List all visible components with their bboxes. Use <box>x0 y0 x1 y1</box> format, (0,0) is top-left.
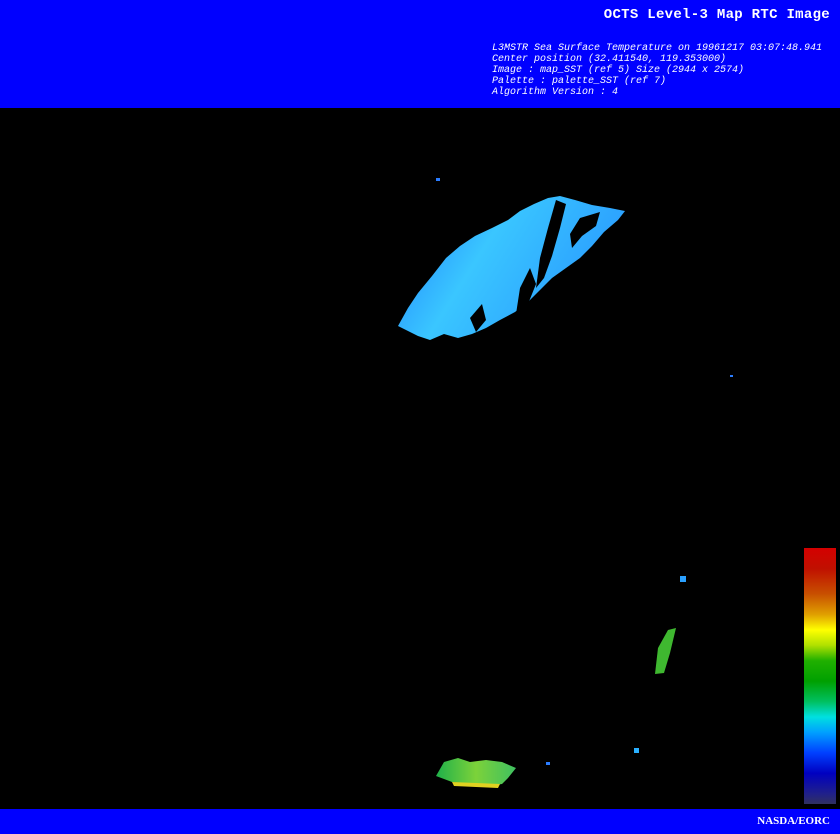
metadata-center-line: Center position (32.411540, 119.353000) <box>492 54 727 65</box>
footer-banner: NASDA/EORC <box>0 809 840 834</box>
credit-label: NASDA/EORC <box>757 815 830 827</box>
sst-patch-south <box>436 758 516 786</box>
metadata-palette-line: Palette : palette_SST (ref 7) <box>492 76 667 87</box>
temperature-color-scale <box>804 548 836 804</box>
metadata-image-line: Image : map_SST (ref 5) Size (2944 x 257… <box>492 65 745 76</box>
sst-patch-east <box>655 628 676 674</box>
sst-map-image <box>0 108 840 809</box>
speckle <box>436 178 440 181</box>
metadata-product-line: L3MSTR Sea Surface Temperature on 199612… <box>492 43 823 54</box>
sst-map-svg <box>398 178 733 788</box>
speckle <box>730 375 733 377</box>
speckle <box>634 748 639 753</box>
speckle <box>680 576 686 582</box>
speckle <box>546 762 550 765</box>
image-title: OCTS Level-3 Map RTC Image <box>603 7 830 23</box>
metadata-algorithm-line: Algorithm Version : 4 <box>492 87 619 98</box>
image-metadata: L3MSTR Sea Surface Temperature on 199612… <box>492 43 822 98</box>
header-banner: OCTS Level-3 Map RTC Image L3MSTR Sea Su… <box>0 0 840 108</box>
